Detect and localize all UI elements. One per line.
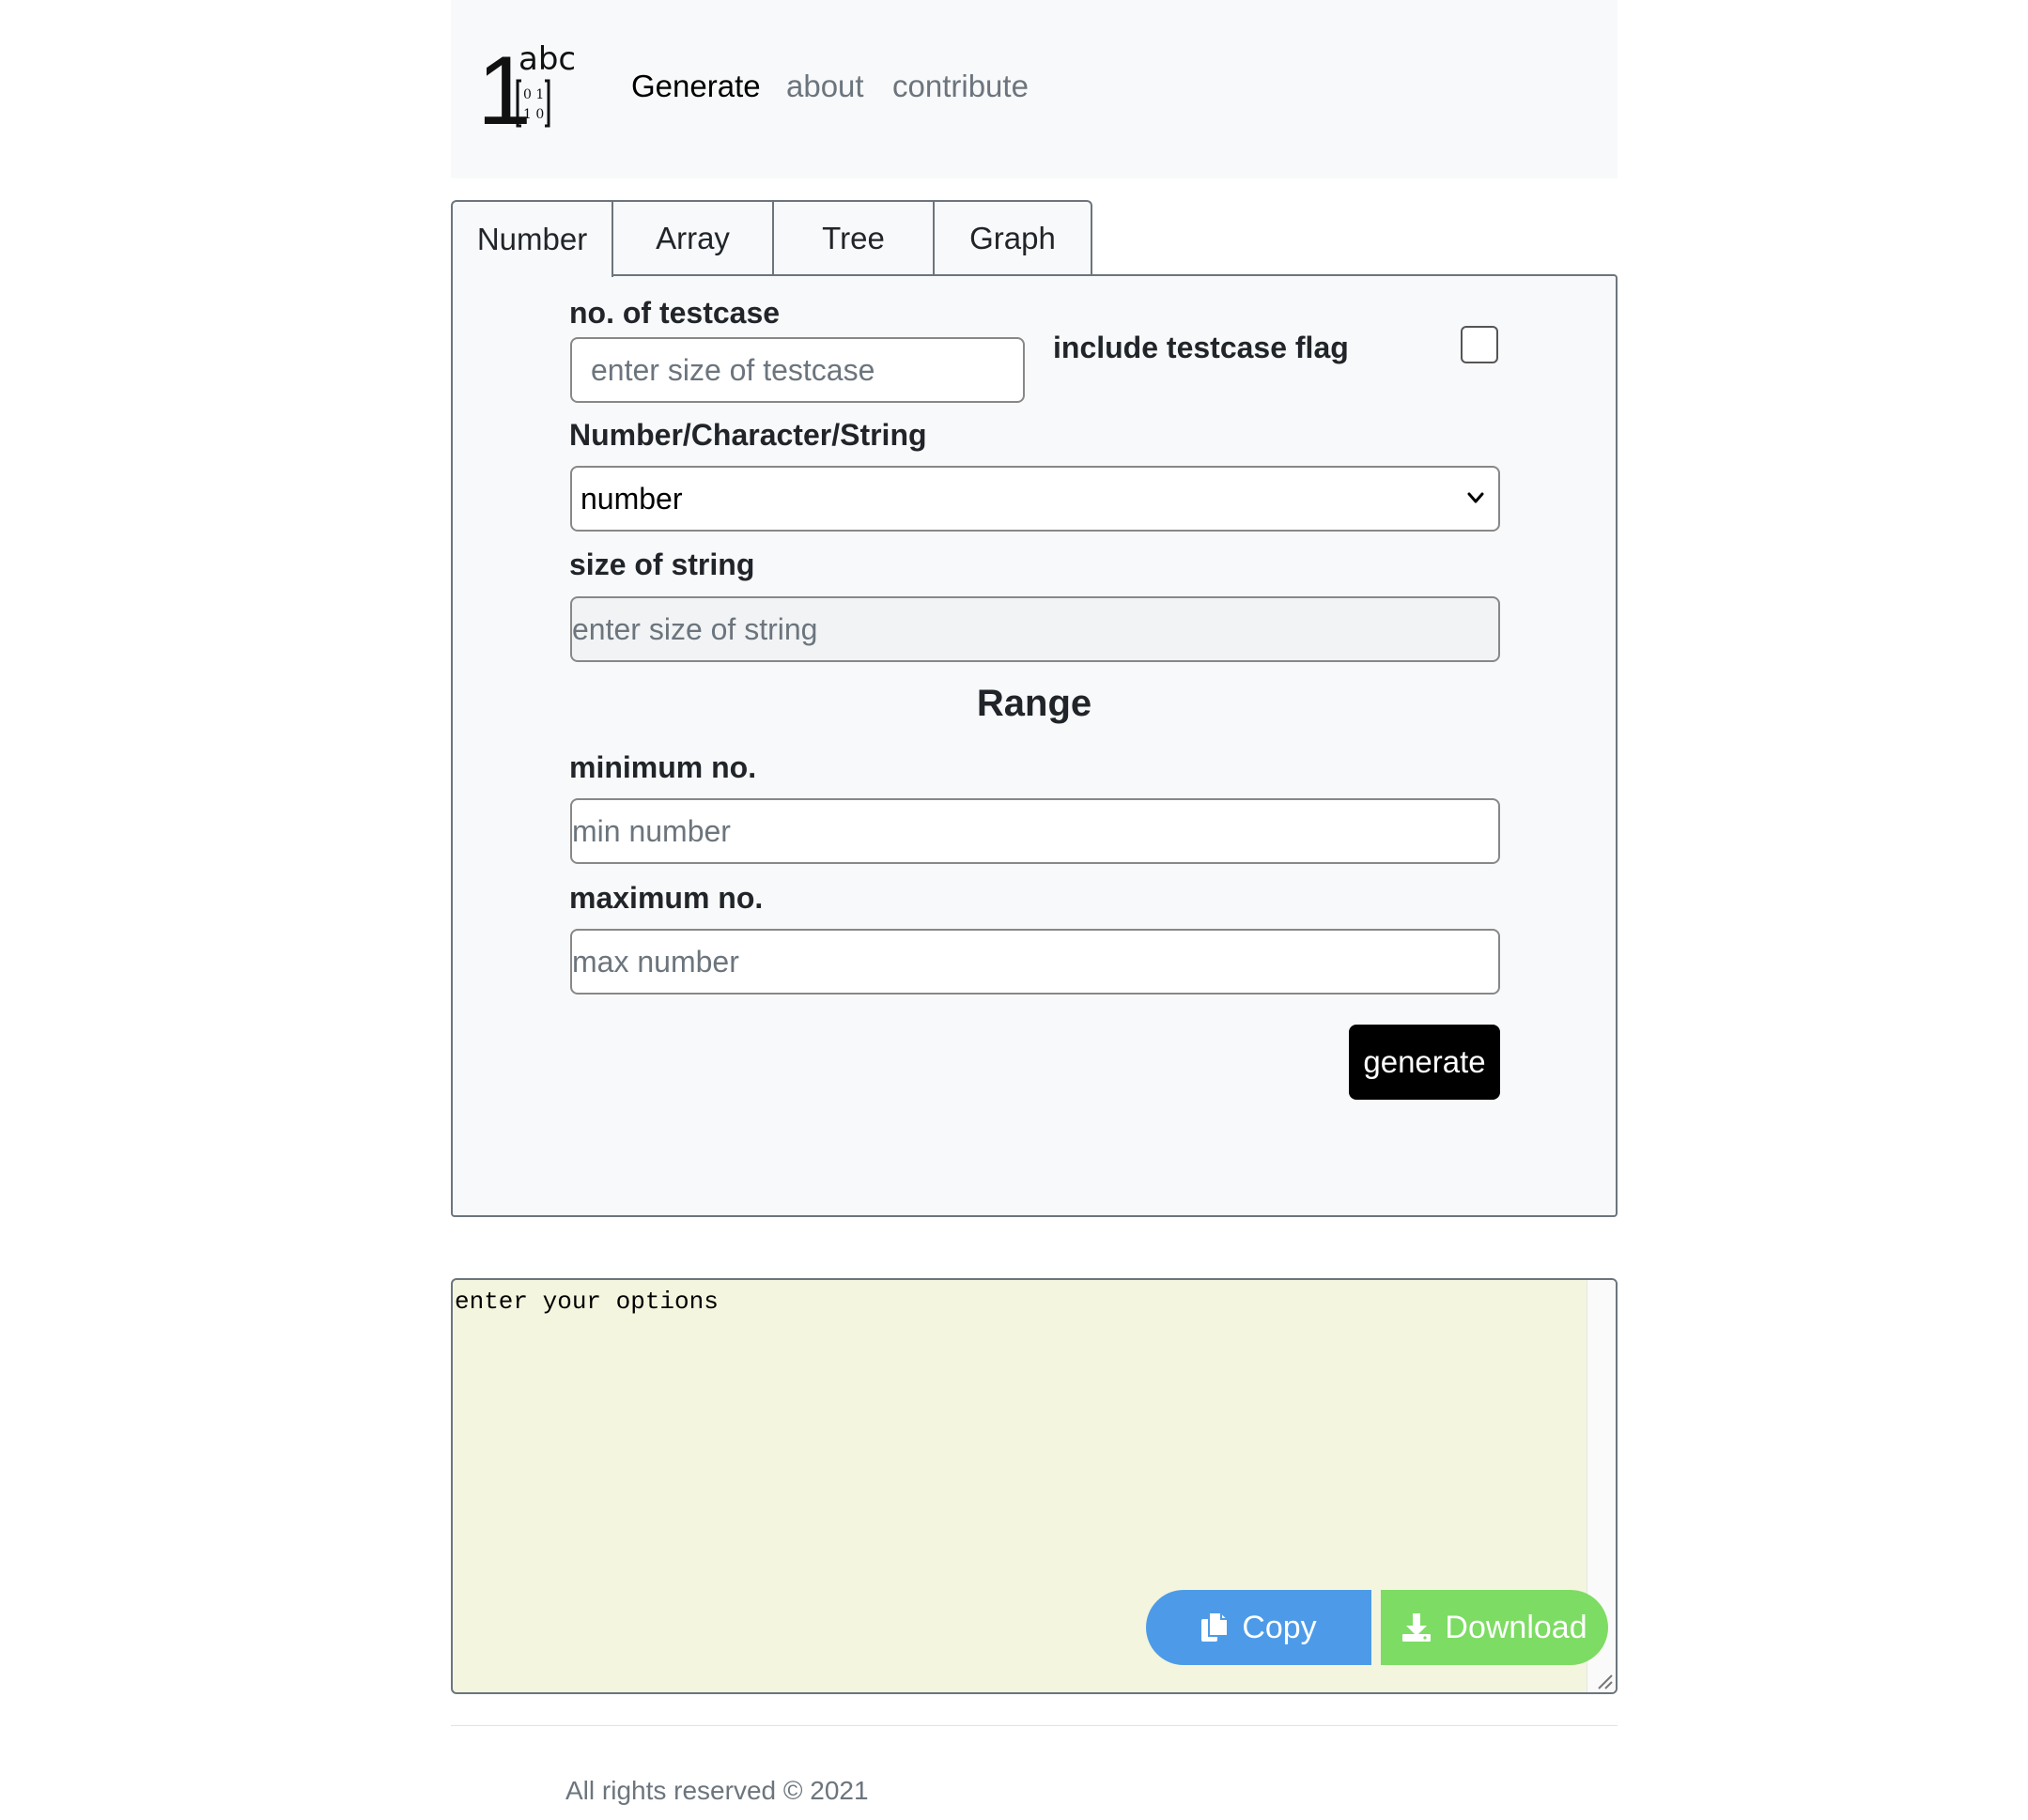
tab-graph-label: Graph bbox=[969, 220, 1056, 255]
copy-icon bbox=[1201, 1612, 1230, 1642]
max-number-label: maximum no. bbox=[569, 881, 764, 915]
download-button-label: Download bbox=[1445, 1609, 1587, 1645]
download-button[interactable]: Download bbox=[1381, 1590, 1608, 1665]
min-number-label: minimum no. bbox=[569, 750, 757, 784]
type-select-value: number bbox=[581, 482, 683, 516]
nav-link-generate[interactable]: Generate bbox=[631, 68, 761, 105]
footer-copyright: All rights reserved © 2021 bbox=[565, 1776, 869, 1805]
download-icon bbox=[1402, 1613, 1432, 1642]
type-select[interactable]: number bbox=[570, 466, 1500, 532]
navbar: 1 abc 0 1 1 0 Generate about contribute bbox=[451, 0, 1618, 178]
site-logo[interactable]: 1 abc 0 1 1 0 bbox=[477, 37, 581, 146]
generate-button[interactable]: generate bbox=[1349, 1025, 1500, 1100]
testcase-size-input[interactable] bbox=[570, 337, 1025, 403]
logo-letters: abc bbox=[519, 40, 576, 78]
copy-button[interactable]: Copy bbox=[1146, 1590, 1371, 1665]
range-heading: Range bbox=[976, 683, 1092, 724]
testcase-flag-checkbox[interactable] bbox=[1461, 326, 1498, 363]
tab-tree-label: Tree bbox=[822, 220, 885, 255]
chevron-down-icon bbox=[1467, 492, 1484, 503]
nav-link-about[interactable]: about bbox=[786, 68, 864, 105]
min-number-input[interactable] bbox=[570, 798, 1500, 864]
logo-matrix-row-1: 0 1 bbox=[523, 87, 544, 102]
tab-array-label: Array bbox=[656, 220, 730, 255]
type-label: Number/Character/String bbox=[569, 418, 927, 452]
nav-link-contribute[interactable]: contribute bbox=[892, 68, 1029, 105]
tab-tree[interactable]: Tree bbox=[772, 200, 935, 274]
resize-grip-icon[interactable] bbox=[1593, 1670, 1614, 1690]
tab-graph[interactable]: Graph bbox=[933, 200, 1092, 274]
generator-tabs: Number Array Tree Graph bbox=[451, 200, 1092, 277]
number-form-panel: no. of testcase include testcase flag Nu… bbox=[451, 274, 1618, 1217]
string-size-input[interactable] bbox=[570, 596, 1500, 662]
tab-array[interactable]: Array bbox=[611, 200, 774, 274]
testcase-flag-label: include testcase flag bbox=[1053, 331, 1349, 364]
max-number-input[interactable] bbox=[570, 929, 1500, 995]
copy-button-label: Copy bbox=[1242, 1609, 1317, 1645]
testcase-label: no. of testcase bbox=[569, 296, 781, 330]
output-text: enter your options bbox=[455, 1288, 719, 1316]
tab-number-label: Number bbox=[476, 222, 588, 256]
logo-matrix-row-2: 1 0 bbox=[523, 107, 544, 122]
string-size-label: size of string bbox=[569, 548, 755, 581]
logo-graphic: 1 abc 0 1 1 0 bbox=[477, 37, 576, 146]
tab-number[interactable]: Number bbox=[451, 200, 613, 277]
footer-divider bbox=[451, 1725, 1618, 1726]
